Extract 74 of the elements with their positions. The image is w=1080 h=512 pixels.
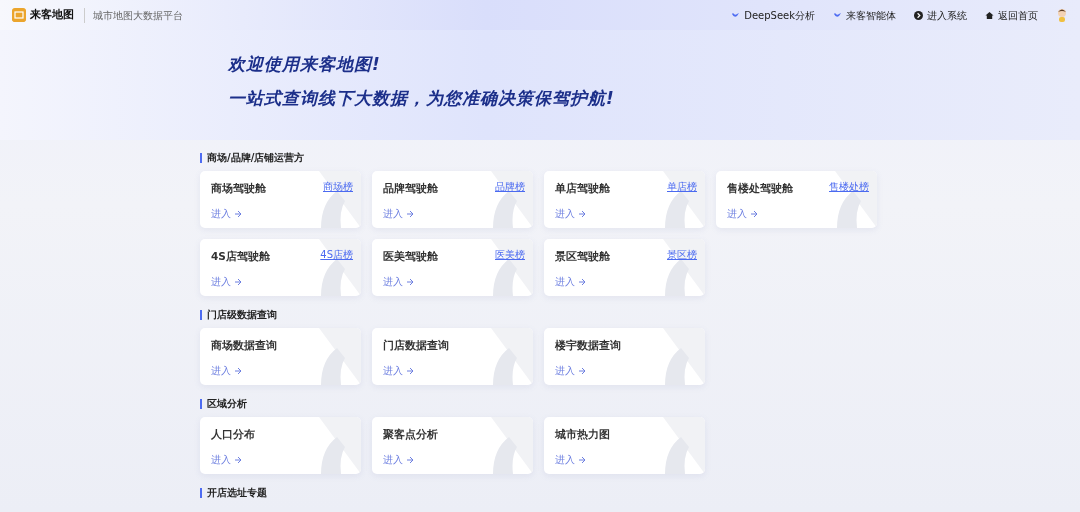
logo-text: 来客地图 xyxy=(30,6,74,23)
ranking-link[interactable]: 售楼处榜 xyxy=(829,179,869,194)
card[interactable]: 医美驾驶舱 医美榜 进入 xyxy=(372,239,533,296)
enter-link[interactable]: 进入 xyxy=(383,363,414,378)
card-title: 门店数据查询 xyxy=(383,338,449,353)
home-icon xyxy=(985,10,994,20)
arrow-icon xyxy=(578,277,586,286)
arrow-circle-icon xyxy=(914,10,923,20)
enter-link[interactable]: 进入 xyxy=(555,206,586,221)
card-title: 单店驾驶舱 xyxy=(555,181,610,196)
section-title: 区域分析 xyxy=(200,399,1080,409)
arrow-icon xyxy=(234,366,242,375)
card-title: 商场数据查询 xyxy=(211,338,277,353)
arrow-icon xyxy=(406,455,414,464)
welcome-heading: 欢迎使用来客地图! xyxy=(228,53,382,76)
ranking-link[interactable]: 景区榜 xyxy=(667,247,697,262)
card[interactable]: 商场驾驶舱 商场榜 进入 xyxy=(200,171,361,228)
nav-link[interactable]: 来客智能体 xyxy=(833,7,896,23)
platform-subtitle: 城市地图大数据平台 xyxy=(84,7,183,23)
nav-link[interactable]: 返回首页 xyxy=(985,7,1038,23)
card[interactable]: 4S店驾驶舱 4S店榜 进入 xyxy=(200,239,361,296)
enter-link[interactable]: 进入 xyxy=(555,274,586,289)
card-title: 医美驾驶舱 xyxy=(383,249,438,264)
arrow-icon xyxy=(234,455,242,464)
card-title: 品牌驾驶舱 xyxy=(383,181,438,196)
section-title: 开店选址专题 xyxy=(200,488,1080,498)
arrow-icon xyxy=(750,209,758,218)
enter-link[interactable]: 进入 xyxy=(727,206,758,221)
ranking-link[interactable]: 单店榜 xyxy=(667,179,697,194)
ranking-link[interactable]: 品牌榜 xyxy=(495,179,525,194)
arrow-icon xyxy=(406,209,414,218)
enter-link[interactable]: 进入 xyxy=(211,452,242,467)
section-title: 门店级数据查询 xyxy=(200,310,1080,320)
arrow-icon xyxy=(578,366,586,375)
arrow-icon xyxy=(406,277,414,286)
enter-link[interactable]: 进入 xyxy=(211,274,242,289)
enter-link[interactable]: 进入 xyxy=(383,452,414,467)
slogan-heading: 一站式查询线下大数据，为您准确决策保驾护航! xyxy=(228,86,616,110)
card[interactable]: 景区驾驶舱 景区榜 进入 xyxy=(544,239,705,296)
card[interactable]: 聚客点分析 进入 xyxy=(372,417,533,474)
ranking-link[interactable]: 医美榜 xyxy=(495,247,525,262)
enter-link[interactable]: 进入 xyxy=(211,206,242,221)
nav-link[interactable]: DeepSeek分析 xyxy=(731,7,815,23)
card[interactable]: 商场数据查询 进入 xyxy=(200,328,361,385)
card-title: 人口分布 xyxy=(211,427,255,442)
card-title: 景区驾驶舱 xyxy=(555,249,610,264)
card[interactable]: 门店数据查询 进入 xyxy=(372,328,533,385)
card-title: 商场驾驶舱 xyxy=(211,181,266,196)
logo-icon xyxy=(12,8,26,22)
card[interactable]: 楼宇数据查询 进入 xyxy=(544,328,705,385)
arrow-icon xyxy=(234,209,242,218)
card[interactable]: 售楼处驾驶舱 售楼处榜 进入 xyxy=(716,171,877,228)
card[interactable]: 人口分布 进入 xyxy=(200,417,361,474)
card-title: 聚客点分析 xyxy=(383,427,438,442)
nav-link[interactable]: 进入系统 xyxy=(914,7,967,23)
enter-link[interactable]: 进入 xyxy=(383,206,414,221)
avatar-icon[interactable] xyxy=(1056,8,1068,22)
card-title: 城市热力图 xyxy=(555,427,610,442)
enter-link[interactable]: 进入 xyxy=(383,274,414,289)
ranking-link[interactable]: 商场榜 xyxy=(323,179,353,194)
enter-link[interactable]: 进入 xyxy=(555,363,586,378)
arrow-icon xyxy=(578,455,586,464)
arrow-icon xyxy=(406,366,414,375)
enter-link[interactable]: 进入 xyxy=(211,363,242,378)
card[interactable]: 城市热力图 进入 xyxy=(544,417,705,474)
card-title: 楼宇数据查询 xyxy=(555,338,621,353)
card[interactable]: 单店驾驶舱 单店榜 进入 xyxy=(544,171,705,228)
card[interactable]: 品牌驾驶舱 品牌榜 进入 xyxy=(372,171,533,228)
enter-link[interactable]: 进入 xyxy=(555,452,586,467)
arrow-icon xyxy=(234,277,242,286)
arrow-icon xyxy=(578,209,586,218)
card-title: 4S店驾驶舱 xyxy=(211,249,270,264)
section-title: 商场/品牌/店铺运营方 xyxy=(200,153,1080,163)
card-title: 售楼处驾驶舱 xyxy=(727,181,793,196)
